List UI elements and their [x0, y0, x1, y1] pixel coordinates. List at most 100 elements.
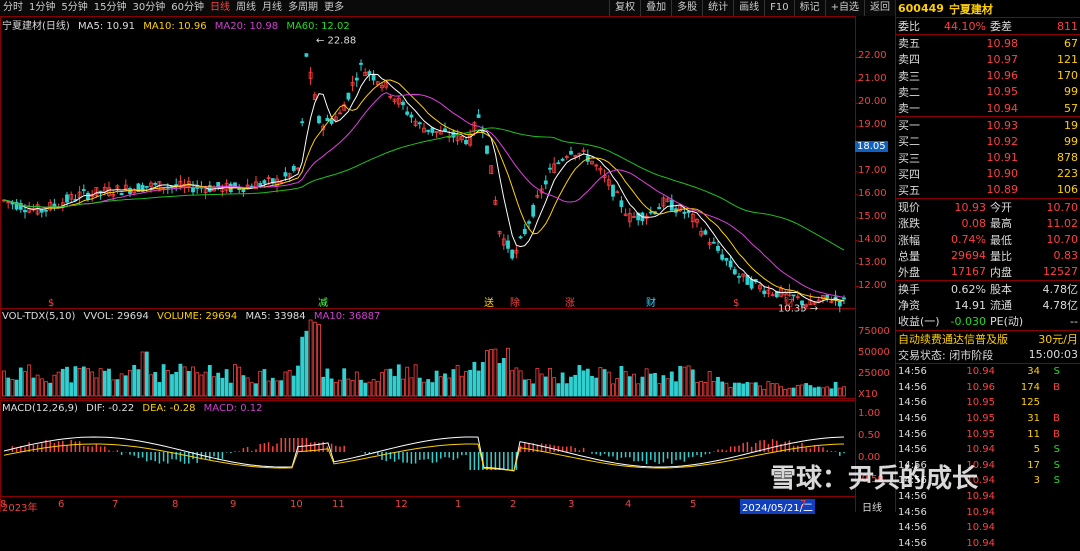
webi-row: 委比 44.10% 委差 811 — [896, 18, 1080, 34]
volume-bar — [359, 379, 363, 397]
volume-bar — [522, 379, 527, 397]
date-axis-label: 9 — [230, 499, 237, 510]
event-mark: 涨 — [565, 297, 575, 309]
ask-row-3: 卖二 10.95 99 — [896, 84, 1080, 100]
stat-row-3: 总量 29694 量比 0.83 — [896, 248, 1080, 264]
stat-label: 量比 — [990, 249, 1012, 263]
volume-bar — [489, 349, 494, 397]
tool-button-6[interactable]: 标记 — [793, 0, 825, 16]
candle-body — [732, 269, 737, 275]
volume-bar — [174, 371, 179, 397]
price-tag: 18.05 — [855, 140, 888, 152]
period-3[interactable]: 15分钟 — [91, 0, 130, 16]
tick-price: 10.94 — [966, 537, 995, 549]
volume-bar — [115, 379, 120, 397]
volume-bar — [119, 373, 124, 397]
period-toolbar: 分时 1分钟 5分钟 15分钟 30分钟 60分钟 日线 周线 月线 多周期 更多 复权 叠加 多股 统计画… — [0, 0, 895, 16]
volume-bar — [56, 371, 61, 397]
promo-row[interactable]: 自动续费通达信普及版 30元/月 — [896, 331, 1080, 347]
period-10[interactable]: 更多 — [321, 0, 347, 16]
tick-direction: B — [1053, 413, 1060, 425]
period-4[interactable]: 30分钟 — [129, 0, 168, 16]
level-volume: 57 — [1064, 101, 1078, 115]
volume-bars — [2, 319, 846, 397]
tool-button-8[interactable]: 返回 — [864, 0, 895, 16]
volume-bar — [590, 375, 594, 397]
volume-bar — [170, 374, 174, 397]
date-axis-label: 8 — [172, 499, 179, 510]
volume-bar — [241, 375, 246, 397]
tool-button-2[interactable]: 多股 — [671, 0, 702, 16]
period-9[interactable]: 多周期 — [285, 0, 321, 16]
candle-body — [510, 249, 515, 259]
volume-bar — [35, 374, 40, 397]
bid-row-4: 买五 10.89 106 — [896, 182, 1080, 198]
volume-bar — [753, 382, 758, 397]
volume-bar — [375, 381, 380, 397]
tick-price: 10.96 — [966, 381, 995, 393]
period-1[interactable]: 1分钟 — [26, 0, 58, 16]
stat-row-4: 外盘 17167 内盘 12527 — [896, 264, 1080, 280]
volume-bar — [812, 387, 817, 397]
stat-label: 最低 — [990, 233, 1012, 247]
volume-bar — [808, 385, 813, 397]
tool-button-4[interactable]: 画线 — [733, 0, 764, 16]
volume-bar — [6, 377, 11, 397]
level-volume: 878 — [1057, 151, 1078, 165]
level-price: 10.89 — [986, 183, 1019, 197]
wecha-value: 811 — [1057, 19, 1078, 33]
volume-bar — [224, 369, 229, 397]
ask-row-1: 卖四 10.97 121 — [896, 51, 1080, 67]
event-mark: 财 — [784, 296, 794, 309]
candle-body — [86, 192, 90, 200]
bid-row-1: 买二 10.92 99 — [896, 133, 1080, 149]
status-time: 15:00:03 — [1028, 348, 1078, 362]
stat-label: 外盘 — [898, 265, 920, 279]
stat-value: 0.74% — [951, 233, 986, 247]
panel-frame-3 — [0, 496, 856, 512]
volume-bar — [648, 373, 653, 397]
volume-bar — [195, 372, 200, 397]
promo-price[interactable]: 30元/月 — [1038, 331, 1078, 347]
tool-button-5[interactable]: F10 — [764, 0, 793, 16]
volume-axis-label: 50000 — [858, 347, 890, 358]
tick-direction: B — [1053, 381, 1060, 393]
stat-value: 0.08 — [961, 216, 987, 230]
period-6[interactable]: 日线 — [207, 0, 233, 16]
level-label: 买二 — [898, 135, 920, 149]
promo-text[interactable]: 自动续费通达信普及版 — [898, 331, 1008, 347]
volume-bar — [107, 368, 111, 397]
period-0[interactable]: 分时 — [0, 0, 26, 16]
volume-bar — [10, 379, 15, 397]
volume-bar — [371, 378, 376, 397]
date-axis-label: 2 — [510, 499, 517, 510]
period-7[interactable]: 周线 — [233, 0, 259, 16]
tool-button-0[interactable]: 复权 — [609, 0, 640, 16]
period-2[interactable]: 5分钟 — [58, 0, 90, 16]
candle-body — [724, 258, 729, 261]
volume-bar — [354, 371, 359, 397]
candle-body — [317, 116, 321, 124]
tool-button-3[interactable]: 统计 — [702, 0, 733, 16]
stat-row-0: 现价 10.93 今开 10.70 — [896, 199, 1080, 215]
volume-bar — [275, 380, 279, 397]
date-axis-label: 4 — [625, 499, 632, 510]
kline-chart[interactable]: 宁夏建材(日线) MA5: 10.91 MA10: 10.96 MA20: 10… — [0, 16, 895, 514]
volume-bar — [577, 365, 582, 397]
date-axis-label: 7 — [800, 499, 807, 510]
period-5[interactable]: 60分钟 — [168, 0, 207, 16]
volume-bar — [606, 371, 611, 397]
tool-button-1[interactable]: 叠加 — [640, 0, 671, 16]
tool-button-7[interactable]: +自选 — [824, 0, 864, 16]
volume-bar — [136, 369, 141, 397]
volume-bar — [455, 364, 460, 397]
candle-body — [405, 111, 410, 115]
period-8[interactable]: 月线 — [259, 0, 285, 16]
stock-header: 600449 宁夏建材 — [896, 0, 1080, 17]
volume-bar — [329, 378, 334, 397]
tick-direction: S — [1053, 366, 1060, 378]
level-price: 10.97 — [986, 52, 1019, 66]
volume-bar — [191, 366, 195, 397]
stat-label: PE(动) — [990, 315, 1024, 329]
volume-bar — [447, 377, 452, 397]
